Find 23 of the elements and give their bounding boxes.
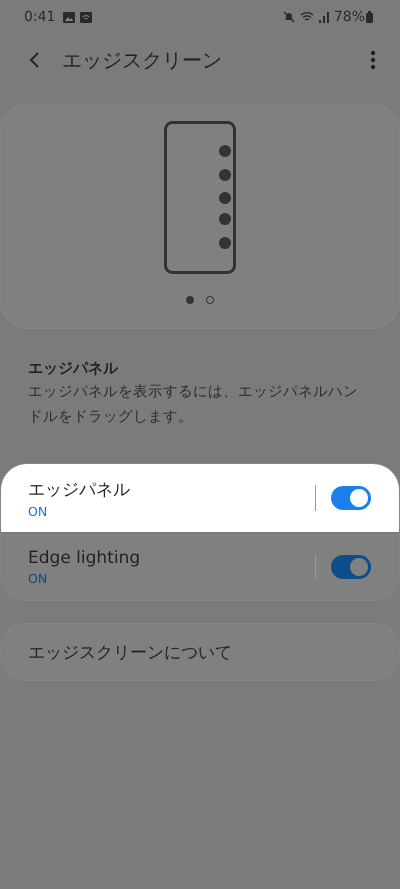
battery-level: 78%	[334, 9, 365, 25]
setting-status: ON	[28, 504, 48, 518]
setting-label: エッジパネル	[28, 478, 131, 500]
more-options-icon	[370, 50, 376, 70]
section-description: エッジパネルを表示するには、エッジパネルハンドルをドラッグします。	[28, 383, 359, 427]
page-indicator-dot[interactable]	[186, 296, 194, 304]
battery-icon	[366, 11, 373, 23]
wifi-icon	[300, 11, 314, 23]
page-indicator-dot[interactable]	[206, 296, 214, 304]
toggle-switch[interactable]	[331, 554, 371, 578]
setting-label: Edge lighting	[28, 548, 142, 568]
status-time: 0:41	[24, 9, 56, 25]
wifi-square-icon	[80, 12, 92, 22]
screen-title: エッジスクリーン	[62, 46, 223, 74]
back-chevron-icon	[28, 51, 40, 69]
signal-icon	[318, 11, 329, 23]
image-icon	[63, 12, 76, 22]
highlighted-setting-row[interactable]: エッジパネル ON	[1, 464, 399, 532]
mute-icon	[282, 11, 295, 23]
setting-status: ON	[28, 570, 48, 586]
section-title: エッジパネル	[28, 359, 120, 378]
setting-row[interactable]: Edge lighting ON	[1, 532, 399, 600]
toggle-switch[interactable]	[331, 486, 371, 510]
